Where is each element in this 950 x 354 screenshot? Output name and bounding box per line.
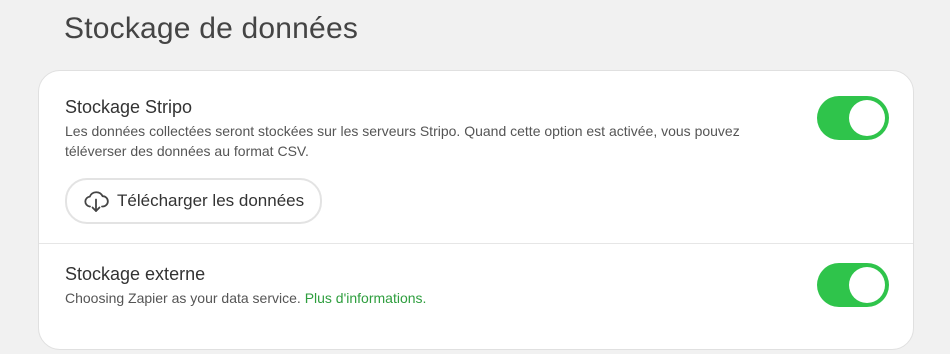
external-storage-toggle[interactable] [817,263,889,307]
external-storage-description-text: Choosing Zapier as your data service. [65,290,301,306]
cloud-download-icon [83,188,109,214]
page-title: Stockage de données [64,12,359,45]
toggle-knob [849,267,885,303]
more-info-link[interactable]: Plus d'informations. [305,290,427,306]
stripo-storage-description: Les données collectées seront stockées s… [65,123,740,159]
external-storage-description: Choosing Zapier as your data service. Pl… [65,288,805,308]
data-storage-card: Stockage Stripo Les données collectées s… [38,70,914,350]
stripo-storage-toggle[interactable] [817,96,889,140]
download-button-label: Télécharger les données [117,191,305,210]
external-storage-title: Stockage externe [65,264,206,284]
external-storage-section: Stockage externe Choosing Zapier as your… [39,244,913,354]
toggle-knob [849,100,885,136]
stripo-storage-section: Stockage Stripo Les données collectées s… [39,71,913,244]
download-data-button[interactable]: Télécharger les données [65,178,323,224]
stripo-storage-title: Stockage Stripo [65,97,193,117]
